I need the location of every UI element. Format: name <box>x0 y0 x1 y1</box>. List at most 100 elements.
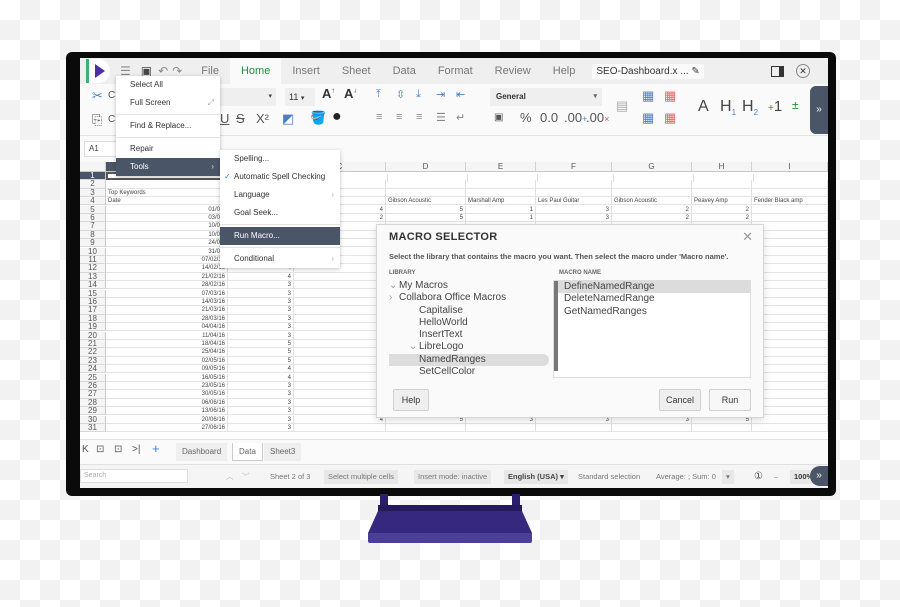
cell[interactable]: 02/05/16 <box>106 356 228 365</box>
cell[interactable]: 13/06/16 <box>106 407 228 416</box>
cell[interactable]: Top Keywords <box>106 188 228 197</box>
superscript-button[interactable]: X² <box>256 111 269 126</box>
font-size-dropdown[interactable]: 11 ▾ <box>285 88 315 106</box>
cell[interactable]: 4 <box>294 407 386 416</box>
cell[interactable]: 07/02/16 <box>106 256 228 264</box>
zoom-out-button[interactable]: – <box>770 470 782 484</box>
cell[interactable] <box>294 306 386 315</box>
column-header-g[interactable]: G <box>612 162 692 172</box>
cell[interactable]: 3 <box>228 390 294 399</box>
expander-icon[interactable]: ⌄ <box>409 341 419 353</box>
macro-name-list[interactable]: DefineNamedRange DeleteNamedRange GetNamed… <box>553 280 751 378</box>
cell[interactable]: 3 <box>228 289 294 298</box>
cell[interactable] <box>294 356 386 365</box>
cell[interactable]: 3 <box>228 281 294 290</box>
column-header-d[interactable]: D <box>386 162 466 172</box>
run-button[interactable]: Run <box>709 389 751 411</box>
cell[interactable]: 2 <box>612 214 692 222</box>
shrink-font-button[interactable]: A↓ <box>344 86 357 101</box>
cell[interactable] <box>466 424 536 432</box>
macro-list-item[interactable]: DefineNamedRange <box>554 281 750 294</box>
cell[interactable] <box>294 298 386 306</box>
cell[interactable] <box>294 340 386 348</box>
cell[interactable]: 01/01/ <box>106 205 228 214</box>
cell[interactable]: 5 <box>228 356 294 365</box>
sheet-tab-data[interactable]: Data <box>232 443 263 461</box>
cell[interactable] <box>294 331 386 340</box>
menu-item-run-macro[interactable]: Run Macro... <box>220 227 340 245</box>
sidebar-toggle-icon[interactable] <box>771 65 784 77</box>
column-header-e[interactable]: E <box>466 162 536 172</box>
next-sheet-icon[interactable]: ⊡ <box>114 444 122 455</box>
close-document-icon[interactable]: ✕ <box>796 64 810 78</box>
tab-insert[interactable]: Insert <box>281 58 331 84</box>
cell[interactable]: 4 <box>294 415 386 424</box>
cell[interactable] <box>752 180 828 189</box>
cell[interactable]: 30/05/16 <box>106 390 228 399</box>
cell[interactable] <box>466 180 536 189</box>
cell[interactable] <box>294 390 386 399</box>
cell[interactable]: 28/03/16 <box>106 314 228 323</box>
menu-item-spelling[interactable]: Spelling... <box>220 150 340 168</box>
align-middle-icon[interactable]: ⇳ <box>396 88 405 101</box>
help-button[interactable]: Help <box>393 389 429 411</box>
prev-sheet-icon[interactable]: ⊡ <box>96 444 104 455</box>
align-bottom-icon[interactable]: ⤓ <box>416 88 421 101</box>
cell[interactable]: 3 <box>228 314 294 323</box>
sheet-tab-dashboard[interactable]: Dashboard <box>176 443 228 461</box>
cell[interactable]: 3 <box>228 306 294 315</box>
cell[interactable]: Date <box>106 197 228 206</box>
library-item[interactable]: NamedRanges <box>389 353 549 367</box>
align-right-icon[interactable]: ≡ <box>416 111 422 123</box>
tab-data[interactable]: Data <box>382 58 427 84</box>
cell[interactable]: Gibson Acoustic <box>386 197 466 206</box>
column-header-h[interactable]: H <box>692 162 752 172</box>
cut-label[interactable]: C <box>108 90 115 101</box>
library-item[interactable]: InsertText <box>389 329 549 341</box>
justify-icon[interactable]: ☰ <box>436 111 446 124</box>
last-sheet-icon[interactable]: >| <box>132 444 140 455</box>
cell[interactable] <box>294 373 386 382</box>
name-box[interactable]: A1 <box>84 141 118 157</box>
macro-list-item[interactable]: DeleteNamedRange <box>554 293 750 305</box>
cell[interactable]: 06/06/16 <box>106 398 228 407</box>
indent-increase-icon[interactable]: ⇥ <box>436 88 445 101</box>
background-color-icon[interactable]: 🪣 <box>310 110 326 126</box>
library-item[interactable]: HelloWorld <box>389 317 549 329</box>
number-format-dropdown[interactable]: General <box>490 88 602 106</box>
library-item[interactable]: SetCellColor <box>389 366 549 374</box>
cell[interactable]: 31/01/ <box>106 247 228 256</box>
cell[interactable]: Les Paul Guitar <box>536 197 612 206</box>
cell[interactable] <box>294 281 386 290</box>
cell[interactable] <box>294 323 386 332</box>
library-item[interactable]: › Collabora Office Macros <box>389 292 549 304</box>
percent-button[interactable]: % <box>520 110 532 125</box>
cell[interactable]: 07/03/16 <box>106 289 228 298</box>
heading2-button[interactable]: H2 <box>742 98 758 117</box>
library-item[interactable]: Capitalise <box>389 305 549 317</box>
cell[interactable]: 21/02/16 <box>106 272 228 281</box>
cell[interactable]: 2 <box>612 205 692 214</box>
cell[interactable] <box>386 424 466 432</box>
cell[interactable] <box>386 180 466 189</box>
menu-item-select-all[interactable]: Select All <box>116 76 220 94</box>
menu-item-language[interactable]: Language › <box>220 186 340 204</box>
cell[interactable]: 5 <box>386 214 466 222</box>
cut-icon[interactable]: ✂ <box>92 88 103 104</box>
align-center-icon[interactable]: ≡ <box>396 111 402 123</box>
cell[interactable] <box>752 188 828 197</box>
cell[interactable] <box>294 365 386 374</box>
cell[interactable] <box>536 188 612 197</box>
cell[interactable]: 3 <box>228 298 294 306</box>
summary-dropdown-icon[interactable]: ▾ <box>722 470 734 484</box>
indent-decrease-icon[interactable]: ⇤ <box>456 88 465 101</box>
tab-review[interactable]: Review <box>484 58 542 84</box>
scrollbar[interactable] <box>554 281 558 371</box>
cell[interactable]: 20/06/16 <box>106 415 228 424</box>
cancel-button[interactable]: Cancel <box>659 389 701 411</box>
menu-item-goal-seek[interactable]: Goal Seek... <box>220 204 340 222</box>
cell[interactable] <box>294 272 386 281</box>
sheet-tab-sheet3[interactable]: Sheet3 <box>264 443 302 461</box>
cell[interactable]: 14/03/16 <box>106 298 228 306</box>
cell[interactable] <box>294 314 386 323</box>
